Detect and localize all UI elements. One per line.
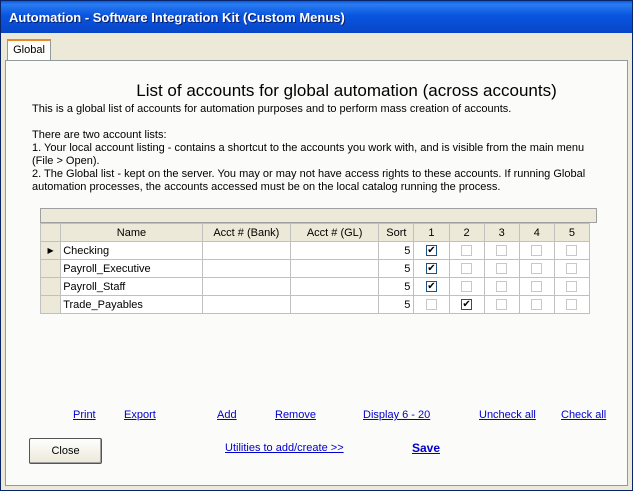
table-row[interactable]: Payroll_Executive 5 ✔ (39, 259, 591, 278)
gl-account-cell[interactable] (289, 277, 380, 296)
column-header[interactable]: 1 (413, 223, 450, 242)
column-header[interactable]: Acct # (GL) (289, 223, 380, 242)
flag-cell-2 (448, 259, 485, 278)
column-header[interactable]: 2 (448, 223, 485, 242)
flag-cell-3 (483, 259, 520, 278)
flag-cell-4 (518, 259, 555, 278)
name-cell[interactable]: Trade_Payables (60, 295, 203, 314)
bank-account-cell[interactable] (201, 259, 292, 278)
bank-account-cell[interactable] (201, 241, 292, 260)
flag-checkbox[interactable] (461, 281, 473, 293)
name-cell[interactable]: Payroll_Executive (60, 259, 203, 278)
gl-account-cell[interactable] (289, 295, 380, 314)
sort-cell[interactable]: 5 (378, 295, 415, 314)
description-line: There are two account lists: (32, 129, 167, 141)
flag-cell-1: ✔ (413, 241, 450, 260)
flag-checkbox[interactable]: ✔ (425, 245, 437, 257)
close-button[interactable]: Close (29, 438, 102, 464)
name-cell[interactable]: Payroll_Staff (60, 277, 203, 296)
flag-cell-4 (518, 295, 555, 314)
row-selector[interactable]: ▶ (39, 241, 62, 260)
flag-checkbox[interactable] (566, 299, 578, 311)
global-panel: List of accounts for global automation (… (5, 60, 628, 486)
uncheck-all-link[interactable]: Uncheck all (479, 409, 536, 421)
description: This is a global list of accounts for au… (32, 103, 608, 194)
column-header[interactable]: 5 (553, 223, 591, 242)
print-link[interactable]: Print (73, 409, 96, 421)
bank-account-cell[interactable] (201, 295, 292, 314)
flag-checkbox[interactable] (531, 263, 543, 275)
flag-checkbox[interactable] (566, 281, 578, 293)
flag-cell-3 (483, 241, 520, 260)
column-header[interactable]: 3 (483, 223, 520, 242)
accounts-table: Name Acct # (Bank) Acct # (GL) Sort 1 2 … (39, 223, 591, 314)
flag-checkbox[interactable] (566, 263, 578, 275)
accounts-grid: Name Acct # (Bank) Acct # (GL) Sort 1 2 … (39, 208, 597, 314)
flag-cell-5 (553, 241, 591, 260)
flag-cell-1 (413, 295, 450, 314)
column-header[interactable]: Acct # (Bank) (201, 223, 292, 242)
flag-checkbox[interactable] (496, 299, 508, 311)
grid-caption-bar (40, 208, 597, 223)
flag-checkbox[interactable] (496, 281, 508, 293)
row-selector[interactable] (39, 295, 62, 314)
utilities-link[interactable]: Utilities to add/create >> (225, 442, 344, 454)
table-row[interactable]: Trade_Payables 5 ✔ (39, 295, 591, 314)
flag-cell-4 (518, 241, 555, 260)
row-selector[interactable] (39, 259, 62, 278)
export-link[interactable]: Export (124, 409, 156, 421)
flag-checkbox[interactable] (496, 263, 508, 275)
flag-checkbox[interactable] (566, 245, 578, 257)
page-title: List of accounts for global automation (… (136, 81, 557, 100)
table-header-row: Name Acct # (Bank) Acct # (GL) Sort 1 2 … (39, 223, 591, 242)
flag-cell-1: ✔ (413, 277, 450, 296)
flag-checkbox[interactable] (425, 299, 437, 311)
flag-cell-2 (448, 241, 485, 260)
save-link[interactable]: Save (412, 441, 440, 455)
automation-window: Automation - Software Integration Kit (C… (0, 0, 633, 491)
column-header[interactable]: 4 (518, 223, 555, 242)
flag-cell-3 (483, 277, 520, 296)
flag-cell-2 (448, 277, 485, 296)
sort-cell[interactable]: 5 (378, 277, 415, 296)
flag-checkbox[interactable]: ✔ (425, 281, 437, 293)
display-range-link[interactable]: Display 6 - 20 (363, 409, 430, 421)
gl-account-cell[interactable] (289, 259, 380, 278)
name-cell[interactable]: Checking (60, 241, 203, 260)
description-line: 1. Your local account listing - contains… (32, 142, 585, 167)
flag-checkbox[interactable] (461, 245, 473, 257)
table-row[interactable]: ▶ Checking 5 ✔ (39, 241, 591, 260)
description-line: 2. The Global list - kept on the server.… (32, 168, 586, 193)
flag-checkbox[interactable] (531, 245, 543, 257)
bank-account-cell[interactable] (201, 277, 292, 296)
flag-checkbox[interactable] (531, 281, 543, 293)
flag-checkbox[interactable] (461, 263, 473, 275)
flag-cell-2: ✔ (448, 295, 485, 314)
flag-checkbox[interactable] (531, 299, 543, 311)
table-row[interactable]: Payroll_Staff 5 ✔ (39, 277, 591, 296)
sort-cell[interactable]: 5 (378, 241, 415, 260)
add-link[interactable]: Add (217, 409, 237, 421)
remove-link[interactable]: Remove (275, 409, 316, 421)
flag-cell-5 (553, 259, 591, 278)
flag-cell-5 (553, 277, 591, 296)
row-selector-header (39, 223, 62, 242)
column-header[interactable]: Name (60, 223, 203, 242)
flag-cell-1: ✔ (413, 259, 450, 278)
gl-account-cell[interactable] (289, 241, 380, 260)
row-selector[interactable] (39, 277, 62, 296)
sort-cell[interactable]: 5 (378, 259, 415, 278)
flag-cell-4 (518, 277, 555, 296)
tab-global[interactable]: Global (7, 39, 51, 60)
description-line: This is a global list of accounts for au… (32, 103, 512, 115)
window-title: Automation - Software Integration Kit (C… (1, 1, 632, 33)
flag-checkbox[interactable]: ✔ (461, 299, 473, 311)
flag-cell-5 (553, 295, 591, 314)
flag-cell-3 (483, 295, 520, 314)
column-header[interactable]: Sort (378, 223, 415, 242)
check-all-link[interactable]: Check all (561, 409, 606, 421)
flag-checkbox[interactable]: ✔ (425, 263, 437, 275)
flag-checkbox[interactable] (496, 245, 508, 257)
